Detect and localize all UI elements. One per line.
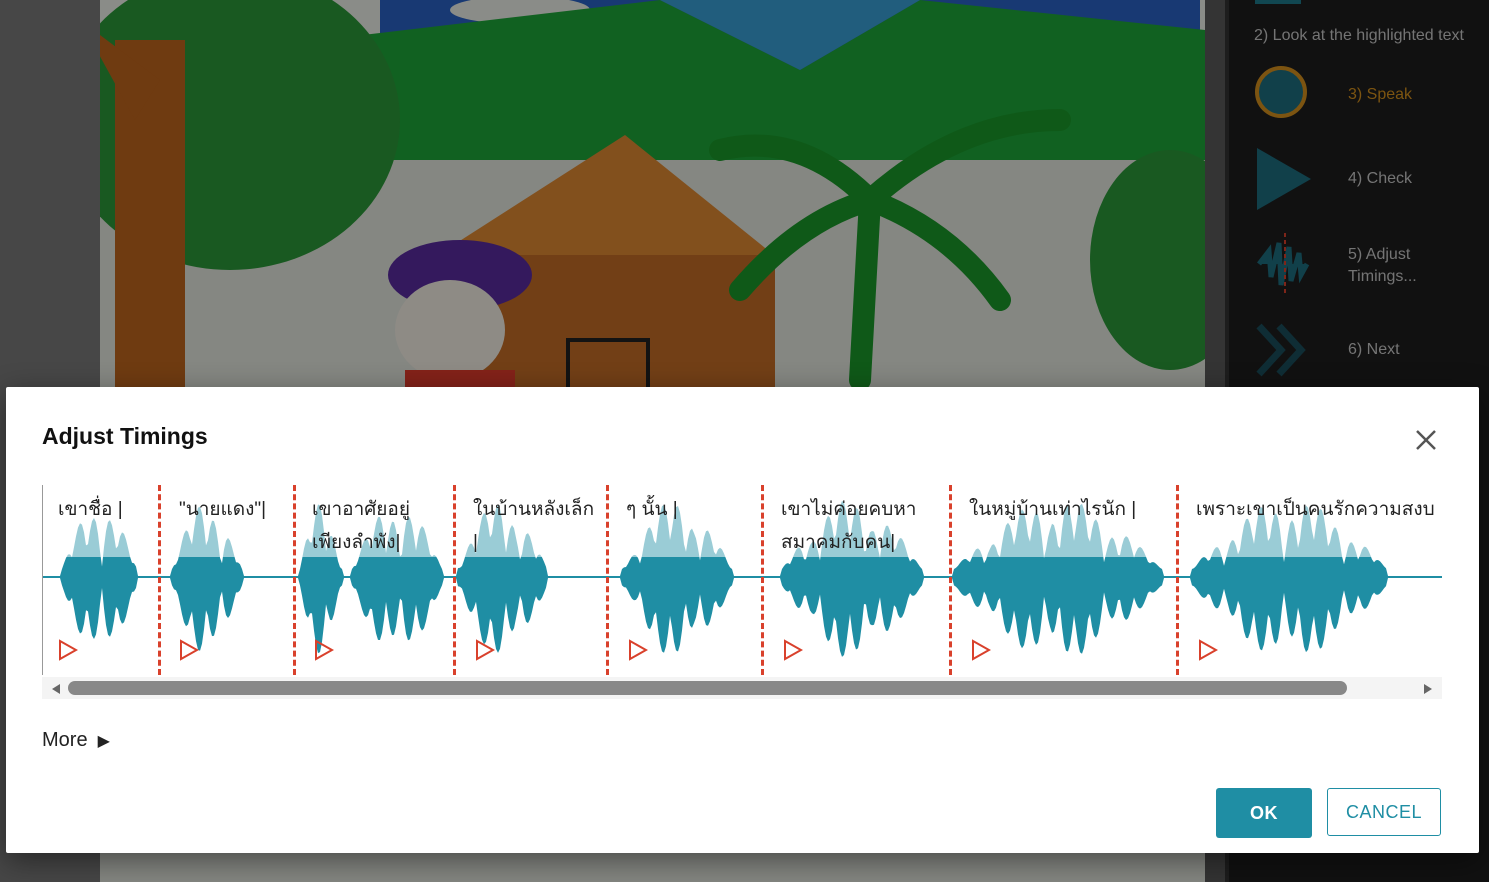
segment-play-icon[interactable] bbox=[314, 639, 335, 661]
scrollbar-thumb[interactable] bbox=[68, 681, 1347, 695]
segment-play-icon[interactable] bbox=[783, 639, 804, 661]
segment-play-icon[interactable] bbox=[179, 639, 200, 661]
dialog-title: Adjust Timings bbox=[42, 423, 208, 449]
segment-play-icon[interactable] bbox=[971, 639, 992, 661]
segment-label[interactable]: เพราะเขาเป็นคนรักความสงบ bbox=[1196, 493, 1442, 526]
timeline-scrollbar[interactable] bbox=[42, 677, 1442, 699]
segment-boundary-handle[interactable] bbox=[158, 485, 161, 675]
segment-boundary-handle[interactable] bbox=[293, 485, 296, 675]
cancel-button[interactable]: CANCEL bbox=[1327, 788, 1441, 836]
segment-play-icon[interactable] bbox=[58, 639, 79, 661]
segment-play-icon[interactable] bbox=[475, 639, 496, 661]
scroll-right-icon[interactable] bbox=[1422, 682, 1434, 694]
segment-play-icon[interactable] bbox=[628, 639, 649, 661]
segment-boundary-handle[interactable] bbox=[606, 485, 609, 675]
segment-label[interactable]: เขาชื่อ | bbox=[58, 493, 158, 526]
segment-boundary-handle[interactable] bbox=[1176, 485, 1179, 675]
timeline-start-line bbox=[42, 485, 43, 675]
segment-label[interactable]: ในบ้านหลังเล็ก | bbox=[473, 493, 623, 559]
more-toggle[interactable]: More ▶ bbox=[42, 729, 110, 752]
segment-play-icon[interactable] bbox=[1198, 639, 1219, 661]
more-label: More bbox=[42, 729, 88, 751]
segment-label[interactable]: ๆ นั้น | bbox=[626, 493, 766, 526]
segment-label[interactable]: ในหมู่บ้านเท่าไรนัก | bbox=[969, 493, 1179, 526]
expand-triangle-icon: ▶ bbox=[97, 733, 110, 750]
scroll-left-icon[interactable] bbox=[50, 682, 62, 694]
ok-button[interactable]: OK bbox=[1216, 788, 1312, 838]
segment-boundary-handle[interactable] bbox=[453, 485, 456, 675]
segment-boundary-handle[interactable] bbox=[949, 485, 952, 675]
segment-label[interactable]: "นายแดง"| bbox=[179, 493, 299, 526]
adjust-timings-dialog: Adjust Timings เขาชื่อ | "นายแดง"| เขาอา… bbox=[6, 387, 1479, 853]
segment-label[interactable]: เขาไม่ค่อยคบหา สมาคมกับคน| bbox=[781, 493, 951, 559]
close-icon[interactable] bbox=[1411, 425, 1441, 455]
segment-label[interactable]: เขาอาศัยอยู่ เพียงลำพัง| bbox=[312, 493, 452, 559]
segment-boundary-handle[interactable] bbox=[761, 485, 764, 675]
waveform-timeline[interactable]: เขาชื่อ | "นายแดง"| เขาอาศัยอยู่ เพียงลำ… bbox=[42, 485, 1442, 675]
